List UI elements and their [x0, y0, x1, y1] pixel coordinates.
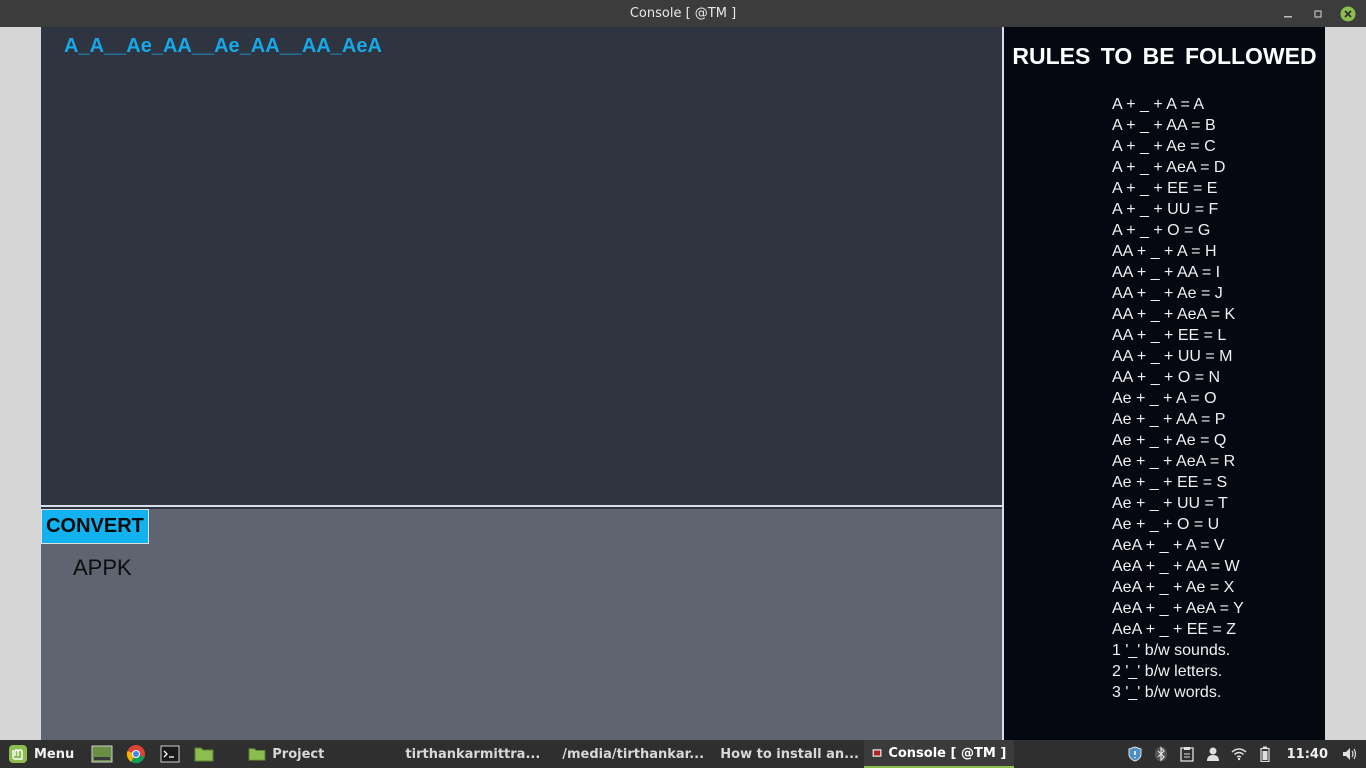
rule-item: AA + _ + Ae = J	[1112, 285, 1223, 302]
rule-item: Ae + _ + O = U	[1112, 516, 1220, 533]
bluetooth-icon	[1154, 746, 1167, 762]
close-button[interactable]	[1340, 6, 1356, 22]
window-controls	[1280, 0, 1356, 27]
files-launcher[interactable]	[190, 740, 218, 768]
rule-note: 3 '_' b/w words.	[1112, 684, 1222, 701]
wifi-tray[interactable]	[1231, 746, 1247, 762]
clock[interactable]: 11:40	[1287, 747, 1328, 762]
clipboard-tray[interactable]	[1179, 746, 1195, 762]
rule-item: Ae + _ + Ae = Q	[1112, 432, 1227, 449]
rule-item: A + _ + AA = B	[1112, 117, 1216, 134]
close-icon	[1340, 6, 1356, 21]
chrome-icon	[127, 745, 146, 764]
menu-label: Menu	[34, 746, 75, 762]
rule-item: Ae + _ + EE = S	[1112, 474, 1228, 491]
folder-icon	[194, 747, 214, 762]
task-project[interactable]: Project	[240, 740, 390, 768]
rule-item: AA + _ + EE = L	[1112, 327, 1227, 344]
restore-icon	[1314, 9, 1322, 18]
morse-input-text[interactable]: A_A__Ae_AA__Ae_AA__AA_AeA	[64, 35, 382, 58]
task-label: How to install an...	[720, 746, 859, 762]
minimize-icon	[1284, 15, 1292, 17]
rule-item: AeA + _ + AA = W	[1112, 558, 1240, 575]
rule-item: A + _ + O = G	[1112, 222, 1211, 239]
show-desktop-launcher[interactable]	[88, 740, 116, 768]
window-title: Console [ @TM ]	[629, 6, 737, 21]
rules-title: RULES TO BE FOLLOWED	[1012, 43, 1317, 69]
battery-tray[interactable]	[1257, 746, 1273, 762]
task-sublime-text[interactable]: S /media/tirthankar...	[548, 740, 706, 768]
rule-item: A + _ + EE = E	[1112, 180, 1218, 197]
minimize-button[interactable]	[1280, 6, 1296, 22]
rule-item: A + _ + A = A	[1112, 96, 1205, 113]
rule-item: Ae + _ + AA = P	[1112, 411, 1226, 428]
convert-button[interactable]: CONVERT	[41, 509, 149, 544]
shield-icon	[1128, 746, 1142, 762]
volume-tray[interactable]	[1342, 746, 1358, 762]
task-label: tirthankarmittra...	[405, 746, 541, 762]
taskbar: Menu Project tirthankarmittra... S /medi…	[0, 740, 1366, 768]
rule-note: 1 '_' b/w sounds.	[1112, 642, 1231, 659]
volume-icon	[1343, 748, 1357, 760]
desktop-icon	[91, 745, 113, 763]
terminal-icon	[160, 745, 180, 763]
mint-logo-icon	[9, 745, 27, 763]
terminal-icon	[398, 753, 400, 755]
window-titlebar[interactable]: Console [ @TM ]	[0, 0, 1366, 27]
folder-icon	[248, 748, 266, 761]
rule-item: AeA + _ + AeA = Y	[1112, 600, 1244, 617]
rule-note: 2 '_' b/w letters.	[1112, 663, 1223, 680]
user-icon	[1206, 747, 1219, 761]
clipboard-icon	[1179, 747, 1194, 762]
chrome-launcher[interactable]	[122, 740, 150, 768]
user-tray[interactable]	[1205, 746, 1221, 762]
rule-item: Ae + _ + A = O	[1112, 390, 1217, 407]
rule-item: AA + _ + AA = I	[1112, 264, 1221, 281]
rule-item: AeA + _ + A = V	[1112, 537, 1225, 554]
start-menu-button[interactable]: Menu	[0, 740, 82, 768]
task-label: Console [ @TM ]	[888, 745, 1007, 761]
task-label: Project	[272, 746, 325, 762]
wifi-icon	[1231, 748, 1247, 761]
rule-item: AA + _ + UU = M	[1112, 348, 1233, 365]
rules-pane: RULES TO BE FOLLOWED A + _ + A = A A + _…	[1004, 27, 1325, 740]
rule-item: AA + _ + A = H	[1112, 243, 1217, 260]
update-manager-tray[interactable]	[1127, 746, 1143, 762]
rule-item: A + _ + Ae = C	[1112, 138, 1216, 155]
restore-button[interactable]	[1310, 6, 1326, 22]
rule-item: A + _ + AeA = D	[1112, 159, 1226, 176]
rules-list: A + _ + A = A A + _ + AA = B A + _ + Ae …	[1112, 94, 1244, 703]
rule-item: A + _ + UU = F	[1112, 201, 1219, 218]
battery-icon	[1260, 746, 1270, 762]
rule-item: Ae + _ + AeA = R	[1112, 453, 1236, 470]
output-text: APPK	[73, 555, 132, 580]
task-label: /media/tirthankar...	[562, 746, 705, 762]
rule-item: Ae + _ + UU = T	[1112, 495, 1228, 512]
terminal-launcher[interactable]	[156, 740, 184, 768]
input-pane[interactable]: A_A__Ae_AA__Ae_AA__AA_AeA	[41, 27, 1002, 507]
rule-item: AeA + _ + Ae = X	[1112, 579, 1235, 596]
system-tray: 11:40	[1127, 740, 1366, 768]
rule-item: AA + _ + O = N	[1112, 369, 1221, 386]
task-chrome[interactable]: How to install an...	[706, 740, 864, 768]
bluetooth-tray[interactable]	[1153, 746, 1169, 762]
rule-item: AA + _ + AeA = K	[1112, 306, 1236, 323]
rule-item: AeA + _ + EE = Z	[1112, 621, 1237, 638]
app-window: A_A__Ae_AA__Ae_AA__AA_AeA CONVERT APPK R…	[41, 27, 1325, 740]
task-terminal[interactable]: tirthankarmittra...	[390, 740, 548, 768]
output-pane: CONVERT APPK	[41, 509, 1002, 740]
java-app-icon	[872, 749, 882, 757]
task-console[interactable]: Console [ @TM ]	[864, 740, 1015, 768]
